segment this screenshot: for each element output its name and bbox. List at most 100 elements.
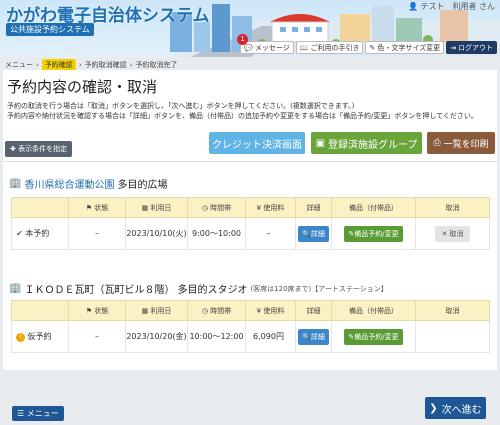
site-subtitle: 公共施設予約システム bbox=[6, 23, 94, 36]
fee-cell: – bbox=[245, 217, 296, 250]
instruction-line-2: 予約内容や納付状況を確認する場合は「詳細」ボタンを、備品（付帯品）の追加予約や変… bbox=[7, 112, 478, 120]
folder-icon: ▣ bbox=[315, 137, 326, 149]
empty-cell: – bbox=[68, 320, 126, 353]
col-empty bbox=[11, 197, 69, 218]
logout-button[interactable]: ⇥ ログアウト bbox=[446, 41, 497, 54]
user-info: 👤 テスト 利用者 さん bbox=[408, 1, 495, 12]
group-label: 登録済施設グループ bbox=[328, 139, 418, 151]
menu-button[interactable]: ☰ メニュー bbox=[12, 406, 64, 421]
col-cancel: 取消 bbox=[415, 197, 490, 218]
instruction-line-1: 予約の取消を行う場合は「取消」ボタンを選択し、「次へ進む」ボタンを押してください… bbox=[7, 102, 355, 110]
reservation-table: ⚑ 状態 ▦ 利用日 ◷ 時間帯 ¥ 使用料 詳細 備品（付帯品） 取消 ! 仮… bbox=[11, 300, 490, 353]
flag-icon: ⚑ bbox=[85, 306, 93, 315]
credit-payment-button[interactable]: クレジット決済画面 bbox=[209, 132, 305, 154]
col-empty bbox=[11, 300, 69, 321]
book-icon: 📖 bbox=[299, 43, 309, 52]
plus-icon: ✚ bbox=[10, 145, 16, 153]
next-label: 次へ進む bbox=[441, 404, 482, 416]
detail-button[interactable]: 🔍詳細 bbox=[298, 225, 329, 242]
check-icon: ✔ bbox=[16, 229, 23, 238]
yen-icon: ¥ bbox=[256, 306, 262, 315]
registered-group-button[interactable]: ▣ 登録済施設グループ bbox=[311, 132, 422, 154]
date-cell: 2023/10/10(火) bbox=[125, 217, 188, 250]
equipment-button[interactable]: ✎備品予約/変更 bbox=[344, 225, 403, 242]
building-icon: 🏢 bbox=[9, 178, 22, 189]
col-fee: ¥ 使用料 bbox=[245, 300, 296, 321]
flag-icon: ⚑ bbox=[85, 203, 93, 212]
equipment-button[interactable]: ✎備品予約/変更 bbox=[344, 328, 403, 345]
site-header: かがわ電子自治体システム 公共施設予約システム 👤 テスト 利用者 さん 1 💬… bbox=[0, 0, 500, 57]
time-cell: 10:00～12:00 bbox=[187, 320, 246, 353]
filter-label: 表示条件を指定 bbox=[18, 145, 68, 153]
chevron-right-icon: › bbox=[78, 61, 82, 69]
brush-icon: ✎ bbox=[369, 43, 376, 52]
print-label: 一覧を印刷 bbox=[443, 139, 489, 150]
menu-label: メニュー bbox=[26, 409, 59, 418]
logout-label: ログアウト bbox=[458, 43, 493, 52]
chevron-right-icon: › bbox=[129, 61, 133, 69]
col-status: ⚑ 状態 bbox=[68, 197, 126, 218]
cancel-cell: ✕ 取消 bbox=[415, 217, 490, 250]
print-list-button[interactable]: ⎙ 一覧を印刷 bbox=[427, 132, 495, 154]
col-detail: 詳細 bbox=[295, 300, 332, 321]
col-equipment: 備品（付帯品） bbox=[331, 197, 416, 218]
calendar-icon: ▦ bbox=[141, 203, 149, 212]
detail-cell: 🔍詳細 bbox=[295, 217, 332, 250]
divider bbox=[3, 161, 497, 162]
guide-label: ご利用の手引き bbox=[310, 43, 360, 52]
clock-icon: ◷ bbox=[201, 203, 208, 212]
facility-note: (客席は120席まで)【アートステーション】 bbox=[250, 284, 388, 293]
breadcrumb-menu[interactable]: メニュー bbox=[5, 60, 33, 70]
col-date: ▦ 利用日 bbox=[125, 300, 188, 321]
detail-cell: 🔍詳細 bbox=[295, 320, 332, 353]
col-date: ▦ 利用日 bbox=[125, 197, 188, 218]
user-icon: 👤 bbox=[407, 2, 418, 11]
reservation-table: ⚑ 状態 ▦ 利用日 ◷ 時間帯 ¥ 使用料 詳細 備品（付帯品） 取消 ✔ 本… bbox=[11, 197, 490, 250]
header-buttons: 1 💬 メッセージ 📖 ご利用の手引き ✎ 色・文字サイズ変更 ⇥ ログアウト bbox=[237, 34, 497, 54]
facility-title: 🏢 香川県総合運動公園 多目的広場 bbox=[9, 176, 167, 191]
chevron-right-icon: › bbox=[36, 61, 39, 69]
building-icon: 🏢 bbox=[9, 283, 22, 294]
printer-icon: ⎙ bbox=[433, 138, 441, 148]
cancel-cell bbox=[415, 320, 490, 353]
breadcrumb-cancel-complete: 予約取消完了 bbox=[135, 61, 178, 69]
main-panel: 予約内容の確認・取消 予約の取消を行う場合は「取消」ボタンを選択し、「次へ進む」… bbox=[3, 70, 497, 370]
filter-button[interactable]: ✚ 表示条件を指定 bbox=[5, 141, 73, 157]
col-cancel: 取消 bbox=[415, 300, 490, 321]
logout-icon: ⇥ bbox=[450, 43, 456, 52]
cancel-button[interactable]: ✕ 取消 bbox=[435, 225, 470, 242]
calendar-icon: ▦ bbox=[141, 306, 149, 315]
message-button[interactable]: 1 💬 メッセージ bbox=[237, 34, 294, 54]
page-title: 予約内容の確認・取消 bbox=[7, 78, 158, 96]
color-font-button[interactable]: ✎ 色・文字サイズ変更 bbox=[365, 41, 445, 54]
empty-cell: – bbox=[68, 217, 126, 250]
room-name: 多目的広場 bbox=[117, 180, 168, 191]
col-equipment: 備品（付帯品） bbox=[331, 300, 416, 321]
date-cell: 2023/10/20(金) bbox=[125, 320, 188, 353]
guide-button[interactable]: 📖 ご利用の手引き bbox=[295, 41, 364, 54]
chat-icon: 💬 bbox=[244, 43, 253, 52]
detail-button[interactable]: 🔍詳細 bbox=[298, 328, 329, 345]
col-time: ◷ 時間帯 bbox=[187, 197, 246, 218]
time-cell: 9:00～10:00 bbox=[187, 217, 246, 250]
table-row: ✔ 本予約 – 2023/10/10(火) 9:00～10:00 – 🔍詳細 ✎… bbox=[11, 217, 490, 250]
table-header-row: ⚑ 状態 ▦ 利用日 ◷ 時間帯 ¥ 使用料 詳細 備品（付帯品） 取消 bbox=[11, 300, 490, 321]
col-time: ◷ 時間帯 bbox=[187, 300, 246, 321]
instructions: 予約の取消を行う場合は「取消」ボタンを選択し、「次へ進む」ボタンを押してください… bbox=[7, 101, 478, 121]
facility-name-link[interactable]: 香川県総合運動公園 bbox=[24, 176, 114, 191]
breadcrumb-cancel-confirm: 予約取消確認 bbox=[84, 61, 127, 69]
fee-cell: 6,090円 bbox=[245, 320, 296, 353]
clock-icon: ◷ bbox=[201, 306, 208, 315]
facility-title: 🏢 ＩＫＯＤＥ瓦町（瓦町ビル８階） 多目的スタジオ (客席は120席まで)【アー… bbox=[9, 281, 388, 296]
table-row: ! 仮予約 – 2023/10/20(金) 10:00～12:00 6,090円… bbox=[11, 320, 490, 353]
col-fee: ¥ 使用料 bbox=[245, 197, 296, 218]
user-name: テスト 利用者 さん bbox=[420, 2, 495, 11]
table-header-row: ⚑ 状態 ▦ 利用日 ◷ 時間帯 ¥ 使用料 詳細 備品（付帯品） 取消 bbox=[11, 197, 490, 218]
color-font-label: 色・文字サイズ変更 bbox=[377, 43, 441, 52]
warning-icon: ! bbox=[16, 333, 25, 342]
message-label: メッセージ bbox=[254, 43, 290, 52]
next-button[interactable]: ❯ 次へ進む bbox=[425, 397, 486, 419]
yen-icon: ¥ bbox=[256, 203, 262, 212]
col-status: ⚑ 状態 bbox=[68, 300, 126, 321]
col-detail: 詳細 bbox=[295, 197, 332, 218]
